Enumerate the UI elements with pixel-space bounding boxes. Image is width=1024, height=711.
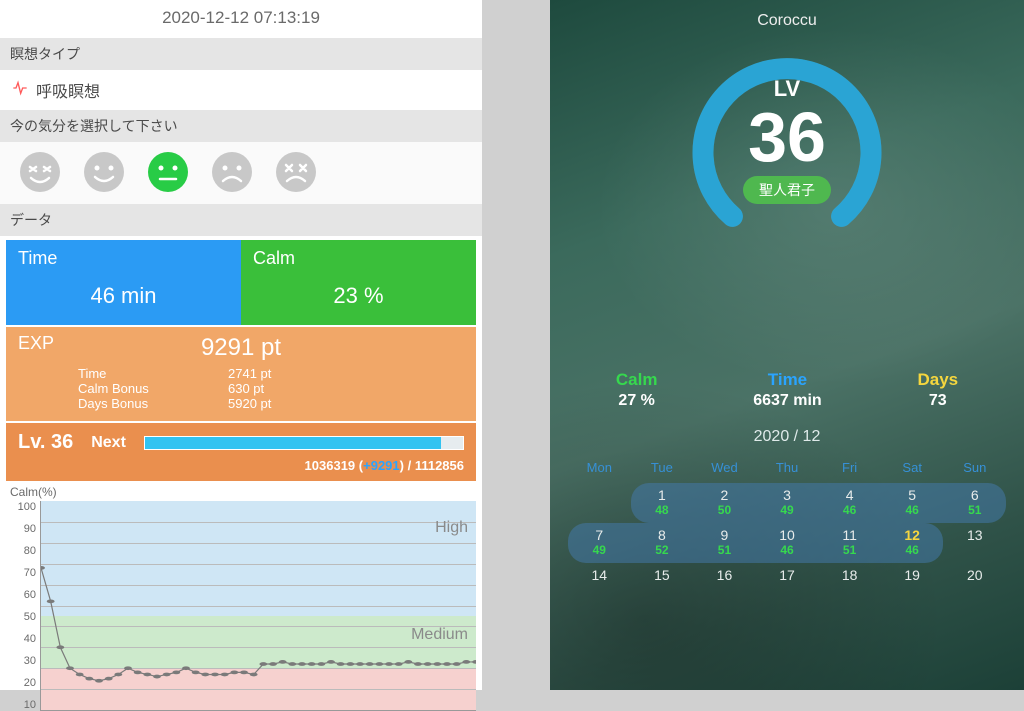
calendar: MonTueWedThuFriSatSun 148250349446546651… [568,456,1006,589]
mood-dead-icon[interactable] [274,150,318,194]
meditation-type-label: 呼吸瞑想 [36,78,100,102]
calendar-cell[interactable]: 16 [693,563,756,589]
stat-time: Time 6637 min [753,370,821,410]
calendar-cell[interactable]: 250 [693,483,756,523]
calendar-cell[interactable]: 1151 [818,523,881,563]
calendar-cell[interactable]: 19 [881,563,944,589]
next-label: Next [91,434,126,452]
detail-panel: 2020-12-12 07:13:19 瞑想タイプ 呼吸瞑想 今の気分を選択して… [0,0,482,690]
calm-tile-value: 23 % [253,269,464,309]
stats-row: Calm 27 % Time 6637 min Days 73 [568,370,1006,410]
calendar-cell[interactable]: 14 [568,563,631,589]
calm-tile: Calm 23 % [241,240,476,325]
calendar-weekday: Mon [568,456,631,479]
chart-plot-area: High Medium [40,501,476,711]
mood-selector [0,142,482,204]
level-gauge: LV 36 聖人君子 [682,40,892,250]
calendar-cell[interactable]: 15 [631,563,694,589]
calendar-weekday: Fri [818,456,881,479]
section-header-type: 瞑想タイプ [0,38,482,70]
timestamp: 2020-12-12 07:13:19 [0,0,482,38]
mood-neutral-icon[interactable] [146,150,190,194]
dashboard-panel: Coroccu LV 36 聖人君子 Calm 27 % Time 6637 m… [550,0,1024,690]
time-tile: Time 46 min [6,240,241,325]
calendar-weekday: Thu [756,456,819,479]
rank-badge: 聖人君子 [743,176,831,204]
stat-calm: Calm 27 % [616,370,658,410]
calendar-cell[interactable]: 349 [756,483,819,523]
calendar-cell[interactable]: 951 [693,523,756,563]
exp-breakdown: Time2741 pt Calm Bonus630 pt Days Bonus5… [78,366,464,411]
calendar-cell[interactable]: 852 [631,523,694,563]
mood-excited-icon[interactable] [18,150,62,194]
calendar-cell[interactable]: 446 [818,483,881,523]
level-numbers: 1036319 (+9291) / 1112856 [18,458,464,473]
exp-value: 9291 pt [18,334,464,362]
section-header-mood: 今の気分を選択して下さい [0,110,482,142]
section-header-data: データ [0,204,482,236]
calendar-weekday: Sat [881,456,944,479]
calendar-cell[interactable]: 1246 [881,523,944,563]
calendar-month: 2020 / 12 [568,428,1006,446]
level-label: Lv. 36 [18,431,73,454]
calm-tile-label: Calm [253,248,464,269]
mood-happy-icon[interactable] [82,150,126,194]
calm-chart: Calm(%) 100908070605040302010 High Mediu… [0,481,482,711]
meditation-type-row[interactable]: 呼吸瞑想 [0,70,482,110]
calendar-cell[interactable]: 13 [943,523,1006,563]
calendar-weekday: Sun [943,456,1006,479]
calendar-cell[interactable]: 18 [818,563,881,589]
calendar-cell [568,483,631,523]
calendar-cell[interactable]: 148 [631,483,694,523]
level-progress [144,436,464,450]
exp-tile: EXP 9291 pt Time2741 pt Calm Bonus630 pt… [6,327,476,421]
calendar-cell[interactable]: 749 [568,523,631,563]
time-tile-value: 46 min [18,269,229,309]
calendar-cell[interactable]: 17 [756,563,819,589]
chart-y-axis: 100908070605040302010 [6,501,40,711]
pulse-icon [12,80,28,101]
calendar-weekday: Wed [693,456,756,479]
chart-ylabel: Calm(%) [6,485,476,499]
level-bar: Lv. 36 Next 1036319 (+9291) / 1112856 [6,423,476,481]
calendar-cell[interactable]: 651 [943,483,1006,523]
gauge-lv-value: 36 [748,102,826,172]
stat-days: Days 73 [917,370,958,410]
calendar-cell[interactable]: 20 [943,563,1006,589]
calendar-weekday: Tue [631,456,694,479]
calendar-cell[interactable]: 546 [881,483,944,523]
mood-sad-icon[interactable] [210,150,254,194]
calendar-cell[interactable]: 1046 [756,523,819,563]
time-tile-label: Time [18,248,229,269]
app-title: Coroccu [568,12,1006,30]
